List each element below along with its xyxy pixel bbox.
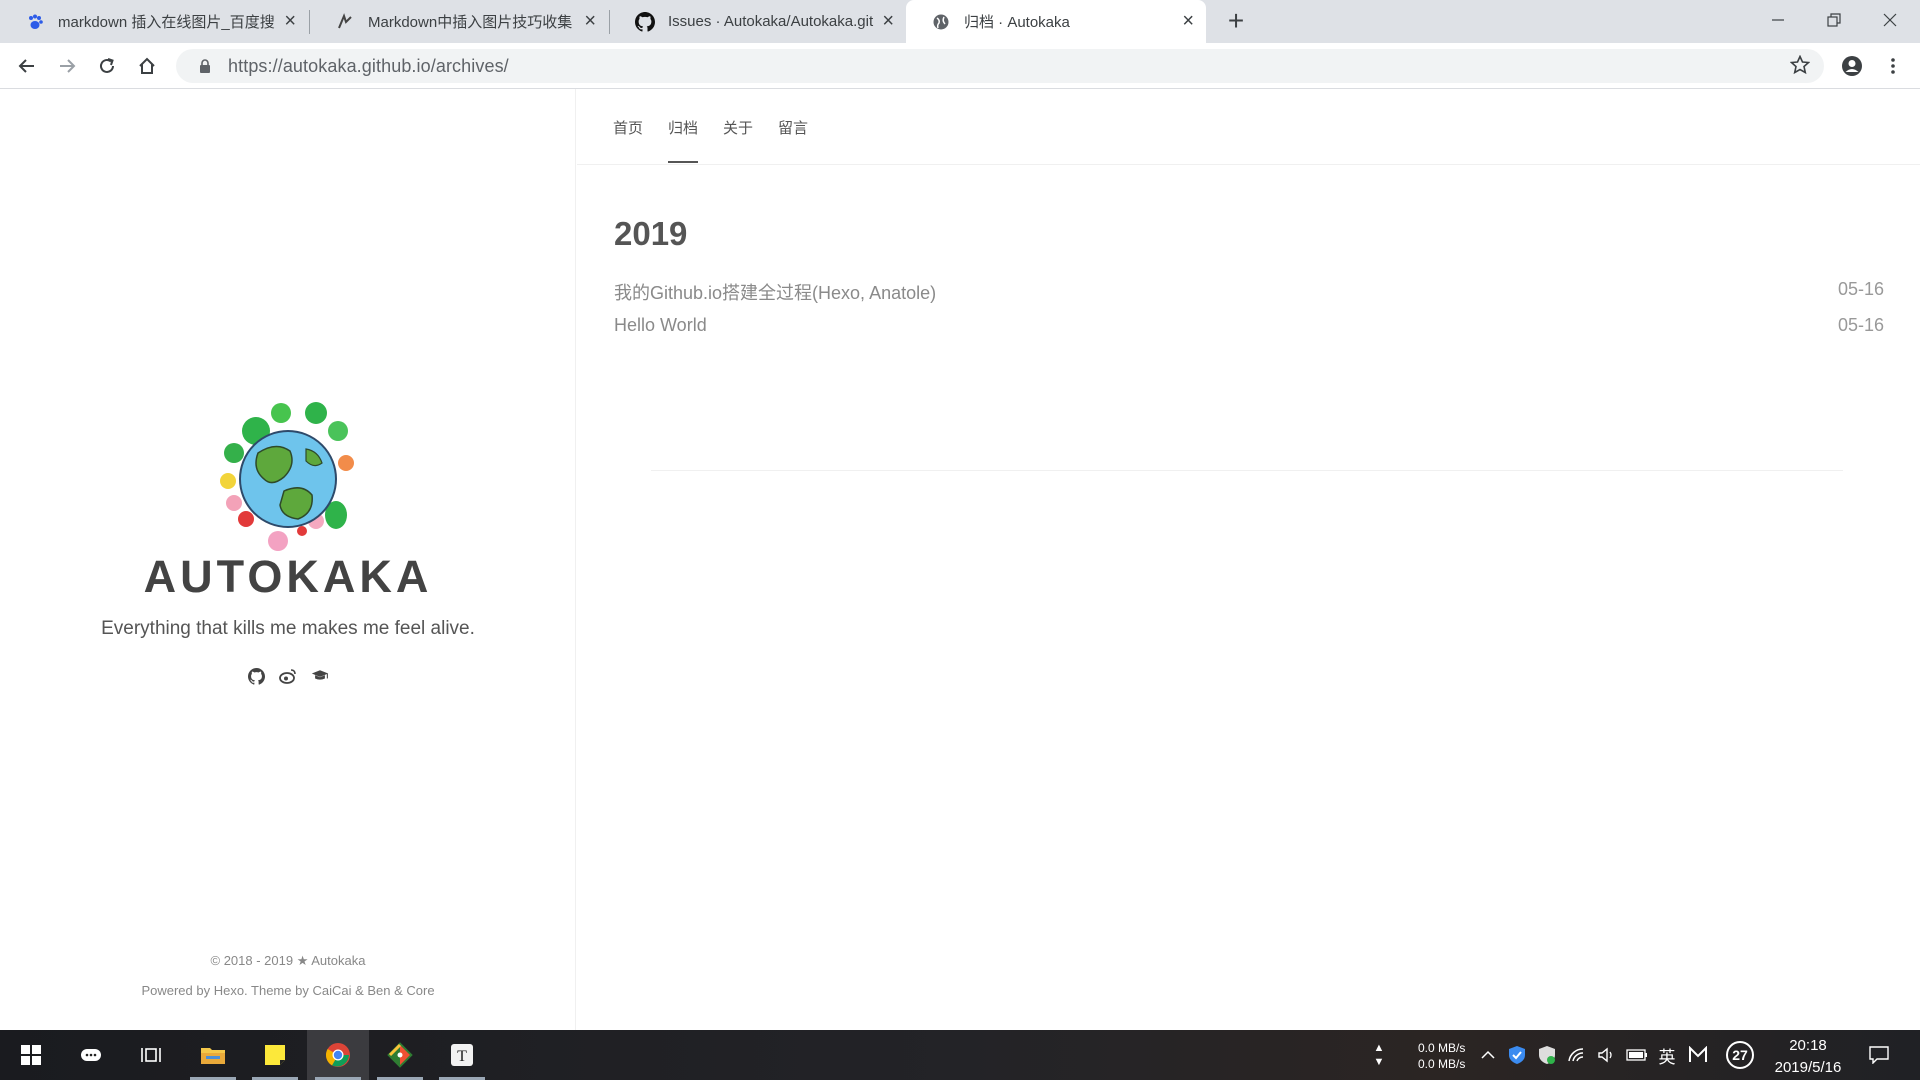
svg-text:T: T <box>457 1048 467 1065</box>
site-title[interactable]: AUTOKAKA <box>0 551 576 603</box>
notification-count-badge[interactable]: 27 <box>1724 1030 1756 1080</box>
tab-title: Markdown中插入图片技巧收集 <box>368 14 573 31</box>
ime-mode-icon[interactable] <box>1684 1030 1712 1080</box>
nav-about[interactable]: 关于 <box>723 117 753 138</box>
earth-avatar-image[interactable] <box>206 391 366 551</box>
windows-start-icon[interactable] <box>0 1030 62 1080</box>
browser-toolbar: https://autokaka.github.io/archives/ <box>0 43 1920 89</box>
network-speed: 0.0 MB/s 0.0 MB/s <box>1418 1040 1465 1072</box>
site-description: Everything that kills me makes me feel a… <box>101 618 475 639</box>
show-hidden-icons-chevron-icon[interactable] <box>1476 1030 1500 1080</box>
address-bar[interactable]: https://autokaka.github.io/archives/ <box>176 49 1824 83</box>
sticky-notes-icon[interactable] <box>244 1030 306 1080</box>
content-divider <box>651 470 1843 471</box>
battery-icon[interactable] <box>1624 1030 1650 1080</box>
browser-tab-archives[interactable]: 归档 · Autokaka × <box>906 0 1206 43</box>
nav-archives[interactable]: 归档 <box>668 117 699 163</box>
close-icon[interactable]: × <box>1182 10 1194 32</box>
close-icon[interactable]: × <box>882 10 894 32</box>
task-view-icon[interactable] <box>120 1030 182 1080</box>
post-title-link[interactable]: 我的Github.io搭建全过程(Hexo, Anatole) <box>614 279 936 305</box>
graduation-cap-icon[interactable] <box>311 667 329 685</box>
reload-icon[interactable] <box>90 49 124 83</box>
tab-title: Issues · Autokaka/Autokaka.git <box>668 13 874 30</box>
new-tab-button[interactable]: + <box>1220 6 1252 38</box>
home-icon[interactable] <box>130 49 164 83</box>
footer-powered-by[interactable]: Powered by Hexo. Theme by CaiCai & Ben &… <box>0 983 576 998</box>
baidu-paw-icon <box>24 11 46 33</box>
close-icon[interactable]: × <box>584 10 596 32</box>
post-date: 05-16 <box>1837 279 1884 299</box>
profile-avatar-icon[interactable] <box>1835 49 1869 83</box>
jianshu-icon <box>334 11 356 33</box>
browser-tab-github[interactable]: Issues · Autokaka/Autokaka.git × <box>610 0 906 43</box>
restore-icon[interactable] <box>1806 0 1862 40</box>
weibo-icon[interactable] <box>279 667 297 685</box>
post-title-link[interactable]: Hello World <box>614 315 707 336</box>
social-links <box>0 667 576 685</box>
defender-shield-icon[interactable] <box>1534 1030 1560 1080</box>
chrome-icon[interactable] <box>307 1030 369 1080</box>
github-icon <box>634 11 656 33</box>
tab-title: markdown 插入在线图片_百度搜 <box>58 14 275 31</box>
volume-icon[interactable] <box>1594 1030 1620 1080</box>
net-upload-speed: 0.0 MB/s <box>1418 1041 1466 1055</box>
lock-icon[interactable] <box>190 59 220 73</box>
system-clock[interactable]: 20:18 2019/5/16 <box>1766 1035 1850 1079</box>
top-navigation: 首页 归档 关于 留言 <box>577 89 1920 165</box>
footer-copyright: © 2018 - 2019 ★ Autokaka <box>210 953 366 968</box>
network-activity-arrows-icon: ▲ ▼ <box>1373 1042 1385 1068</box>
browser-tab-strip: markdown 插入在线图片_百度搜 × Markdown中插入图片技巧收集 … <box>0 0 1920 43</box>
tab-title: 归档 · Autokaka <box>964 14 1070 31</box>
notification-count: 27 <box>1726 1041 1754 1069</box>
clock-date: 2019/5/16 <box>1774 1059 1842 1076</box>
archive-post-row[interactable]: Hello World 05-16 <box>614 315 1884 345</box>
git-icon[interactable] <box>369 1030 431 1080</box>
main-content: 首页 归档 关于 留言 2019 我的Github.io搭建全过程(Hexo, … <box>577 89 1920 1030</box>
security-shield-icon[interactable] <box>1504 1030 1530 1080</box>
archive-year: 2019 <box>614 215 688 252</box>
url-text: https://autokaka.github.io/archives/ <box>228 56 509 77</box>
clock-time: 20:18 <box>1789 1037 1827 1054</box>
forward-arrow-icon[interactable] <box>50 49 84 83</box>
nav-guestbook[interactable]: 留言 <box>778 117 808 138</box>
cortana-icon[interactable] <box>60 1030 122 1080</box>
bookmark-star-icon[interactable] <box>1789 54 1811 80</box>
menu-kebab-icon[interactable] <box>1876 49 1910 83</box>
typora-icon[interactable]: T <box>431 1030 493 1080</box>
windows-taskbar: T ▲ ▼ 0.0 MB/s 0.0 MB/s 英 27 20:18 2019/5… <box>0 1030 1920 1080</box>
github-icon[interactable] <box>247 667 265 685</box>
url-host: https://autokaka.github.io <box>228 55 431 76</box>
file-explorer-icon[interactable] <box>182 1030 244 1080</box>
archive-post-row[interactable]: 我的Github.io搭建全过程(Hexo, Anatole) 05-16 <box>614 279 1884 309</box>
globe-icon <box>930 11 952 33</box>
minimize-icon[interactable] <box>1750 0 1806 40</box>
ime-language-indicator[interactable]: 英 <box>1654 1030 1680 1080</box>
close-window-icon[interactable] <box>1862 0 1918 40</box>
nav-home[interactable]: 首页 <box>613 117 643 138</box>
wifi-icon[interactable] <box>1564 1030 1590 1080</box>
close-icon[interactable]: × <box>284 10 296 32</box>
back-arrow-icon[interactable] <box>10 49 44 83</box>
post-date: 05-16 <box>1837 315 1884 335</box>
action-center-icon[interactable] <box>1864 1030 1894 1080</box>
net-download-speed: 0.0 MB/s <box>1418 1057 1466 1071</box>
blog-sidebar: AUTOKAKA Everything that kills me makes … <box>0 89 576 1030</box>
browser-tab-baidu[interactable]: markdown 插入在线图片_百度搜 × <box>0 0 308 43</box>
web-page: AUTOKAKA Everything that kills me makes … <box>0 89 1920 1030</box>
url-path: /archives/ <box>430 55 509 76</box>
browser-tab-jianshu[interactable]: Markdown中插入图片技巧收集 × <box>310 0 608 43</box>
